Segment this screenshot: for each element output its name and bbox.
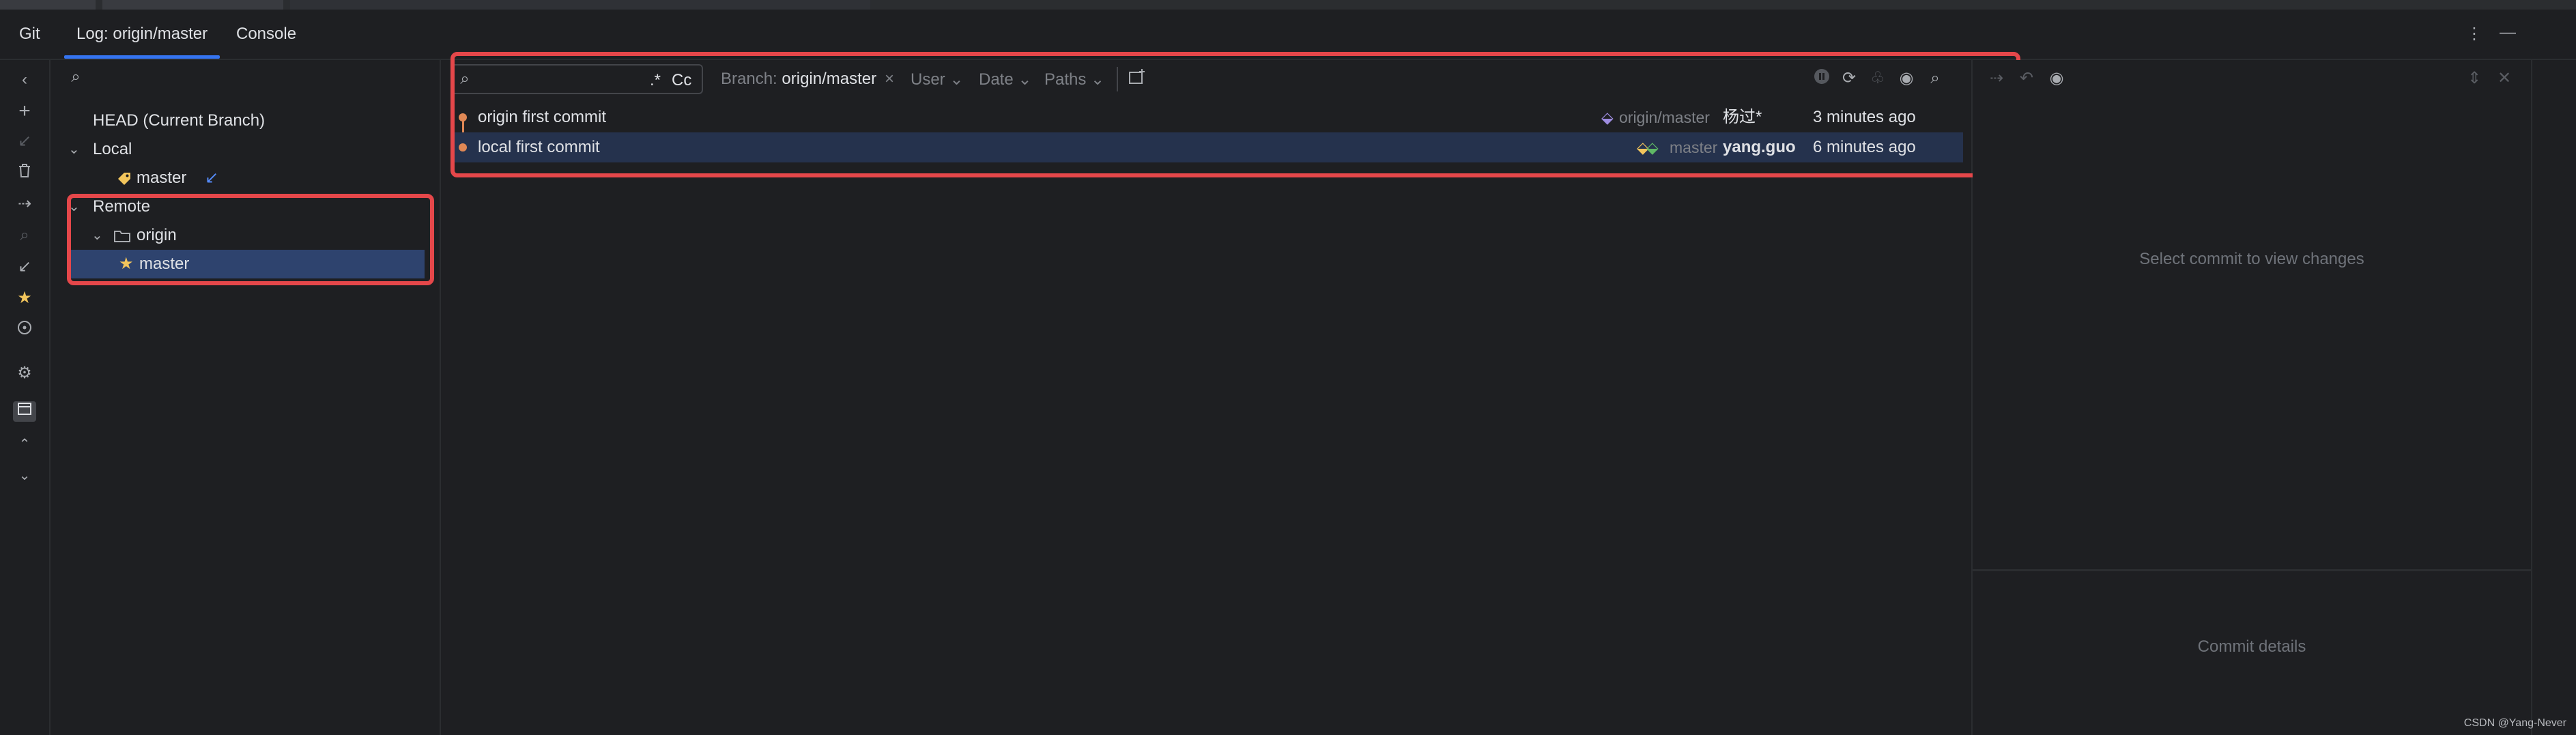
more-options-icon[interactable]: ⋮ <box>2464 24 2485 44</box>
plus-icon[interactable]: + <box>14 101 35 121</box>
commit-message: local first commit <box>478 138 600 156</box>
checkout-icon[interactable]: ↙ <box>14 257 35 277</box>
preview-icon[interactable] <box>13 401 36 422</box>
cherry-pick-icon: ♧ <box>1870 69 1885 87</box>
commit-row[interactable]: origin first commit ⬙ origin/master 杨过* … <box>450 102 1963 147</box>
remote-master-label: master <box>139 255 190 273</box>
update-arrow-icon: ↙ <box>17 132 32 150</box>
log-panel: ⌕ .* Cc Branch: origin/master × User ⌄ D… <box>441 52 2020 735</box>
paths-filter-label: Paths <box>1044 70 1087 89</box>
tab-console[interactable]: Console <box>236 10 296 59</box>
local-master-label: master <box>137 169 187 187</box>
remote-group-label: Remote <box>93 197 151 216</box>
origin-group-label: origin <box>137 226 177 244</box>
head-branch-item[interactable]: HEAD (Current Branch) <box>51 106 440 135</box>
commit-date: 3 minutes ago <box>1813 108 1916 126</box>
user-filter-label: User <box>911 70 945 89</box>
log-search-field[interactable]: ⌕ .* Cc <box>450 64 703 94</box>
top-strip-tab <box>102 0 283 10</box>
git-tool-title: Git <box>19 25 40 43</box>
commit-author: yang.guo <box>1723 138 1796 156</box>
commit-message: origin first commit <box>478 108 607 126</box>
commit-row[interactable]: local first commit ⬙ ⬙ master yang.guo 6… <box>450 132 1963 162</box>
chevron-down-icon[interactable]: ⌄ <box>68 192 80 221</box>
branch-filter-value: origin/master <box>782 70 877 88</box>
commit-ref: master <box>1670 139 1718 156</box>
clear-branch-filter-icon[interactable]: × <box>885 70 894 89</box>
star-icon: ★ <box>119 255 134 273</box>
details-panel: ⇢ ↶ ◉ ⇕ ✕ Select commit to view changes … <box>1973 60 2532 735</box>
eye-icon[interactable]: ◉ <box>2046 68 2067 89</box>
minimize-icon[interactable]: — <box>2495 23 2520 43</box>
folder-icon <box>113 221 131 250</box>
top-strip-tab <box>290 0 870 10</box>
head-branch-label: HEAD (Current Branch) <box>93 111 266 130</box>
tag-icon: ⬙ <box>1601 109 1614 126</box>
local-group-label: Local <box>93 140 132 158</box>
tag-icon: ⬙ <box>1646 139 1659 156</box>
chevron-left-icon[interactable]: ‹ <box>14 70 35 90</box>
cherry-pick-icon: ⇢ <box>1989 69 2004 87</box>
tag-icon <box>116 164 132 192</box>
chevron-down-icon: ⌄ <box>1091 70 1105 89</box>
chevron-down-icon: ⌄ <box>949 70 964 89</box>
expand-icon[interactable]: ⌃ <box>14 434 35 455</box>
changes-placeholder: Select commit to view changes <box>2139 250 2364 268</box>
commit-ref: origin/master <box>1619 109 1710 126</box>
local-group[interactable]: ⌄ Local <box>51 135 440 164</box>
tool-window-header: Git Log: origin/master Console ⋮ — <box>0 10 2576 60</box>
collapse-icon: ✕ <box>2497 69 2512 87</box>
branch-filter-label: Branch: <box>721 70 777 88</box>
revert-icon: ↶ <box>2019 69 2034 87</box>
search-icon: ⌕ <box>20 226 29 244</box>
merge-icon[interactable]: ⇢ <box>14 194 35 214</box>
origin-group[interactable]: ⌄ origin <box>51 221 440 250</box>
search-icon[interactable]: ⌕ <box>66 67 86 87</box>
star-icon[interactable]: ★ <box>14 288 35 308</box>
branches-panel: ⌕ HEAD (Current Branch) ⌄ Local master ↙… <box>51 60 441 735</box>
remote-group[interactable]: ⌄ Remote <box>51 192 440 221</box>
commit-date: 6 minutes ago <box>1813 138 1916 156</box>
date-filter[interactable]: Date ⌄ <box>979 70 1031 89</box>
settings-icon[interactable]: ⚙ <box>14 363 35 384</box>
branch-filter[interactable]: Branch: origin/master <box>721 70 876 89</box>
chevron-down-icon[interactable]: ⌄ <box>91 221 103 250</box>
watermark: CSDN @Yang-Never <box>2463 717 2566 729</box>
left-toolbar: ‹ + ↙ ⇢ ⌕ ↙ ★ ⚙ ⌃ ⌄ <box>0 60 51 735</box>
date-filter-label: Date <box>979 70 1014 89</box>
regex-toggle[interactable]: .* <box>650 71 661 90</box>
pause-icon[interactable] <box>1812 68 1832 90</box>
tab-log-origin-master[interactable]: Log: origin/master <box>63 10 220 59</box>
incoming-arrow-icon: ↙ <box>205 169 219 187</box>
trash-icon[interactable] <box>14 162 35 184</box>
user-filter[interactable]: User ⌄ <box>911 70 963 89</box>
compass-icon[interactable] <box>14 319 35 341</box>
search-icon[interactable]: ⌕ <box>1925 68 1945 89</box>
local-master-item[interactable]: master ↙ <box>51 164 440 192</box>
match-case-toggle[interactable]: Cc <box>672 71 691 90</box>
eye-icon[interactable]: ◉ <box>1896 68 1917 89</box>
paths-filter[interactable]: Paths ⌄ <box>1044 70 1104 89</box>
graph-node <box>459 113 467 121</box>
top-strip <box>0 0 2576 10</box>
toolbar-divider <box>1117 67 1118 91</box>
expand-icon: ⇕ <box>2467 69 2482 87</box>
collapse-icon[interactable]: ⌄ <box>14 465 35 486</box>
log-filter-bar: ⌕ .* Cc Branch: origin/master × User ⌄ D… <box>441 60 1971 98</box>
new-tab-icon[interactable] <box>1126 68 1148 90</box>
chevron-down-icon[interactable]: ⌄ <box>68 135 80 164</box>
commit-author: 杨过* <box>1723 108 1762 126</box>
commit-details-placeholder: Commit details <box>2197 637 2306 656</box>
details-divider[interactable] <box>1973 569 2531 571</box>
chevron-down-icon: ⌄ <box>1018 70 1032 89</box>
search-history-icon[interactable]: ⌕ <box>455 69 475 89</box>
remote-master-item[interactable]: ★ master <box>71 250 425 278</box>
graph-node <box>459 143 467 152</box>
top-strip-tab <box>0 0 96 10</box>
refresh-icon[interactable]: ⟳ <box>1839 68 1859 89</box>
